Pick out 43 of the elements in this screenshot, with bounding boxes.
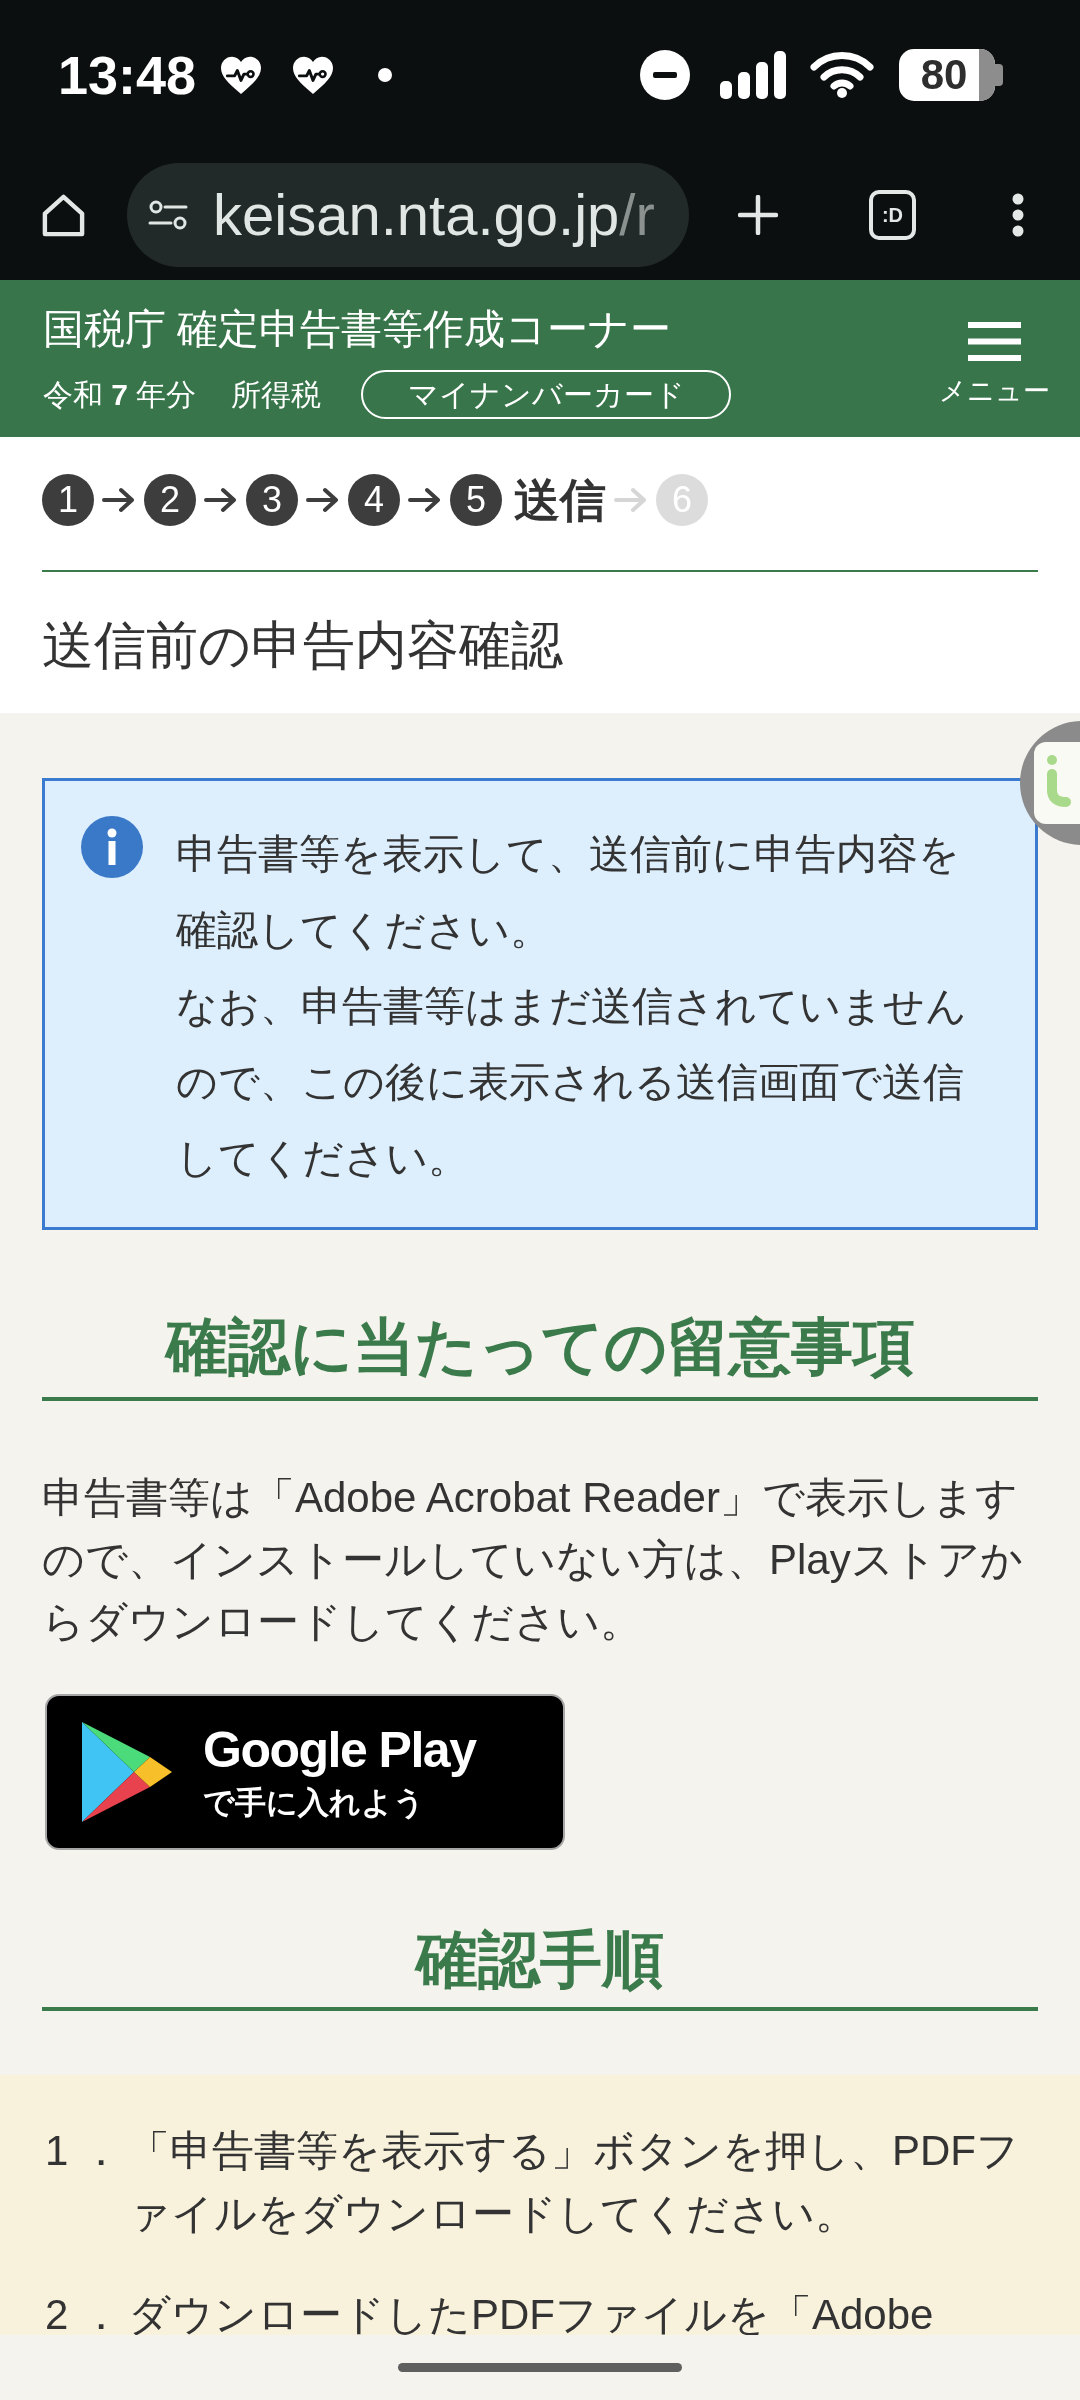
tab-switcher-button[interactable]: :D — [869, 190, 916, 240]
site-title: 国税庁 確定申告書等作成コーナー — [43, 305, 673, 354]
login-method-badge: マイナンバーカード — [361, 370, 732, 419]
new-tab-icon[interactable] — [738, 195, 778, 235]
section-heading: 確認手順 — [42, 1918, 1038, 2011]
more-options-icon[interactable] — [1011, 193, 1025, 237]
notice-text: なお、申告書等はまだ送信されていませんので、この後に表示される送信画面で送信してください。 — [176, 982, 968, 1183]
arrow-icon — [102, 487, 135, 513]
battery-indicator: 80 — [899, 49, 1003, 101]
page-title: 送信前の申告内容確認 — [42, 615, 564, 676]
site-settings-icon[interactable] — [148, 199, 188, 231]
notice-text: 申告書等を表示して、送信前に申告内容を確認してください。 — [176, 830, 961, 955]
menu-button[interactable]: メニュー — [938, 322, 1050, 407]
heart-pulse-icon — [219, 55, 264, 95]
menu-icon[interactable] — [967, 322, 1021, 361]
clock-time: 13:48 — [58, 48, 197, 102]
address-bar[interactable]: keisan.nta.go.jp/r — [127, 163, 689, 267]
step-number: 3 — [246, 474, 298, 526]
google-play-button[interactable]: Google Play で手に入れよう — [45, 1694, 565, 1850]
arrow-icon — [614, 487, 647, 513]
year-label: 令和 7 年分 — [43, 379, 197, 410]
do-not-disturb-icon — [640, 50, 690, 100]
wifi-icon — [810, 52, 874, 98]
section-heading: 確認に当たっての留意事項 — [42, 1305, 1038, 1401]
list-item-text: 「申告書等を表示する」ボタンを押し、PDFファイルをダウンロードしてください。 — [128, 2126, 1020, 2239]
step-number: 5 — [450, 474, 502, 526]
gesture-handle[interactable] — [398, 2363, 682, 2372]
list-number: 2 ． — [45, 2295, 124, 2335]
signal-icon — [720, 51, 787, 99]
tax-type-label: 所得税 — [231, 379, 322, 410]
step-number: 1 — [42, 474, 94, 526]
step-number: 2 — [144, 474, 196, 526]
info-icon — [81, 816, 143, 878]
arrow-icon — [204, 487, 237, 513]
list-number: 1 ． — [45, 2126, 124, 2176]
floating-bubble-icon[interactable] — [1018, 720, 1080, 846]
play-triangle-icon — [82, 1722, 172, 1822]
body-text: 申告書等は「Adobe Acrobat Reader」で表示しますので、インストールしていない方は、Playストアからダウンロードしてください。 — [42, 1473, 1024, 1647]
arrow-icon — [408, 487, 441, 513]
arrow-icon — [306, 487, 339, 513]
step-number: 4 — [348, 474, 400, 526]
heart-pulse-icon — [291, 55, 336, 95]
step-label: 送信 — [514, 477, 606, 523]
